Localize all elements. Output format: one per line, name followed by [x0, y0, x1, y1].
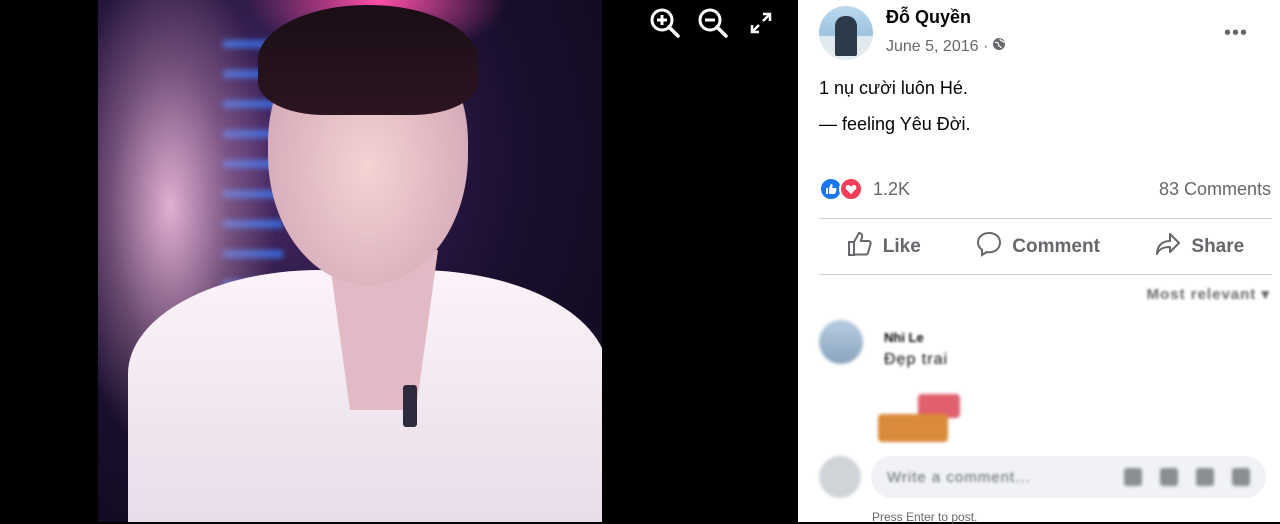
composer-icons	[1124, 468, 1250, 486]
author-avatar[interactable]	[819, 6, 873, 60]
share-arrow-icon	[1155, 231, 1181, 263]
like-button[interactable]: Like	[835, 225, 933, 269]
comment-bubble-icon	[976, 231, 1002, 263]
zoom-out-icon[interactable]	[696, 6, 730, 40]
share-label: Share	[1191, 236, 1245, 257]
comment-sticker	[878, 390, 964, 446]
viewer-toolbar	[648, 6, 778, 40]
post-meta: June 5, 2016 ·	[886, 37, 1006, 56]
love-reaction-icon	[839, 177, 863, 201]
current-user-avatar	[819, 456, 861, 498]
reaction-count[interactable]: 1.2K	[873, 179, 910, 200]
comment-text: Đẹp trai	[884, 351, 949, 368]
comment-input-placeholder: Write a comment...	[887, 468, 1031, 486]
comment-button[interactable]: Comment	[964, 225, 1112, 269]
comment-input[interactable]: Write a comment...	[871, 456, 1266, 498]
reaction-icons[interactable]	[819, 177, 863, 201]
pendant	[403, 385, 417, 427]
share-button[interactable]: Share	[1143, 225, 1256, 269]
camera-icon[interactable]	[1160, 468, 1178, 486]
post-text: 1 nụ cười luôn Hé. — feeling Yêu Đời.	[819, 70, 971, 142]
zoom-in-icon[interactable]	[648, 6, 682, 40]
comment-item: Nhi Le Đẹp trai	[819, 318, 1270, 448]
hair	[258, 5, 478, 115]
more-options-icon[interactable]: •••	[1224, 22, 1248, 45]
post-date[interactable]: June 5, 2016 ·	[886, 38, 988, 56]
post-header: Đỗ Quyền June 5, 2016 · •••	[819, 6, 1270, 60]
commenter-avatar[interactable]	[819, 320, 863, 364]
divider	[819, 218, 1272, 219]
comments-count[interactable]: 83 Comments	[1159, 179, 1271, 200]
reactions-bar: 1.2K 83 Comments	[819, 173, 1272, 205]
post-actions: Like Comment Share	[819, 222, 1272, 272]
sticker-icon[interactable]	[1232, 468, 1250, 486]
like-label: Like	[882, 236, 921, 257]
author-name[interactable]: Đỗ Quyền	[886, 7, 971, 28]
comment-sort-dropdown[interactable]: Most relevant ▾	[1147, 285, 1270, 303]
photo-viewer	[0, 0, 798, 522]
comment-composer: Write a comment...	[819, 456, 1270, 500]
post-caption: 1 nụ cười luôn Hé.	[819, 78, 968, 98]
post-side-panel: Đỗ Quyền June 5, 2016 · ••• 1 nụ cười lu…	[798, 0, 1280, 524]
globe-icon[interactable]	[992, 37, 1006, 56]
divider	[819, 274, 1272, 275]
commenter-name[interactable]: Nhi Le	[884, 330, 924, 345]
gif-icon[interactable]	[1196, 468, 1214, 486]
thumbs-up-icon	[847, 231, 873, 263]
fullscreen-icon[interactable]	[744, 6, 778, 40]
post-feeling: — feeling Yêu Đời.	[819, 114, 971, 134]
emoji-icon[interactable]	[1124, 468, 1142, 486]
post-photo[interactable]	[98, 0, 602, 522]
comment-label: Comment	[1012, 236, 1100, 257]
